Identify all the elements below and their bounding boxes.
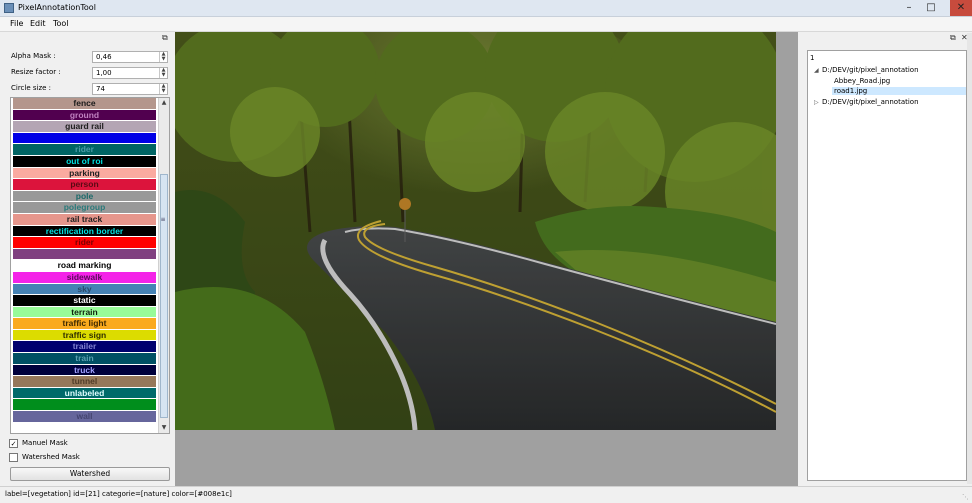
circle-size-value: 74 [96,85,105,93]
label-item[interactable]: rider [13,237,156,249]
resize-factor-spinbox[interactable]: 1,00 ▲ ▼ [92,67,168,79]
label-item[interactable]: wall [13,411,156,423]
label-item[interactable]: unlabeled [13,387,156,400]
label-item[interactable]: rider [13,144,156,156]
label-item[interactable]: pole [13,190,156,203]
manuel-mask-checkbox[interactable]: ✓ [9,439,18,448]
file-tree[interactable]: 1 ◢ D:/DEV/git/pixel_annotation Abbey_Ro… [807,50,967,481]
label-list[interactable]: fence ground guard rail motorcycle rider out … [10,97,170,434]
tree-file-item[interactable]: Abbey_Road.jpg [834,77,890,85]
label-item[interactable]: sky [13,283,156,296]
right-dock-panel: ⧉ ✕ 1 ◢ D:/DEV/git/pixel_annotation Abbe… [802,33,972,484]
image-canvas[interactable] [175,32,798,486]
road-photo-graphic [175,32,776,430]
scroll-grip-icon: ≡ [160,216,166,223]
watershed-button[interactable]: Watershed [10,467,170,481]
dock-float-icon[interactable]: ⧉ [950,33,956,43]
circle-size-label: Circle size : [11,84,52,92]
window-title: PixelAnnotationTool [18,3,96,12]
collapse-arrow-icon[interactable]: ▷ [814,99,819,106]
resize-factor-value: 1,00 [96,69,112,77]
label-item[interactable]: motorcycle [13,132,156,145]
scroll-up-icon[interactable]: ▲ [159,98,169,108]
tree-folder-item[interactable]: D:/DEV/git/pixel_annotation [822,98,919,106]
maximize-button[interactable]: □ [920,0,942,16]
label-item[interactable]: static [13,295,156,307]
label-item[interactable]: traffic light [13,318,156,330]
spin-arrows-icon[interactable]: ▲ ▼ [159,52,167,62]
tree-file-item-selected[interactable]: road1.jpg [832,87,966,95]
label-item[interactable]: rail track [13,213,156,226]
close-button[interactable]: ✕ [950,0,972,16]
label-item[interactable]: guard rail [13,121,156,133]
menu-edit[interactable]: Edit [30,19,46,28]
label-item[interactable]: person [13,179,156,191]
label-item[interactable]: truck [13,364,156,377]
right-edge-panel [967,33,972,484]
label-item[interactable]: vegetation [13,399,156,412]
alpha-mask-label: Alpha Mask : [11,52,56,60]
label-item[interactable]: rectification border [13,225,156,238]
menu-tool[interactable]: Tool [53,19,69,28]
label-list-scrollbar[interactable]: ▲ ≡ ▼ [158,98,169,433]
spin-arrows-icon[interactable]: ▲ ▼ [159,68,167,78]
label-item[interactable]: trailer [13,341,156,354]
status-text: label=[vegetation] id=[21] categorie=[na… [5,490,232,498]
app-icon [4,3,14,13]
tree-header: 1 [810,54,815,62]
label-item[interactable]: fence [13,98,156,110]
label-item[interactable]: terrain [13,306,156,319]
label-item[interactable]: road marking [13,260,156,272]
label-item[interactable]: parking [13,167,156,180]
watershed-mask-label: Watershed Mask [22,453,80,461]
minimize-button[interactable]: – [898,0,920,16]
spin-arrows-icon[interactable]: ▲ ▼ [159,84,167,94]
resize-factor-label: Resize factor : [11,68,61,76]
menu-bar: File Edit Tool [0,17,972,32]
menu-file[interactable]: File [10,19,23,28]
tree-folder-item[interactable]: D:/DEV/git/pixel_annotation [822,66,919,74]
dock-float-icon[interactable]: ⧉ [162,33,168,43]
expand-arrow-icon[interactable]: ◢ [814,67,819,74]
app-window: PixelAnnotationTool – □ ✕ File Edit Tool… [0,0,972,503]
label-item[interactable]: sidewalk [13,271,156,284]
left-dock-panel: ⧉ Alpha Mask : 0,46 ▲ ▼ Resize factor : 1… [4,33,172,484]
alpha-mask-value: 0,46 [96,53,112,61]
status-bar: label=[vegetation] id=[21] categorie=[na… [0,486,972,503]
label-item[interactable]: polegroup [13,202,156,214]
manuel-mask-label: Manuel Mask [22,439,68,447]
watershed-mask-checkbox[interactable] [9,453,18,462]
circle-size-spinbox[interactable]: 74 ▲ ▼ [92,83,168,95]
label-item[interactable]: ground [13,109,156,122]
alpha-mask-spinbox[interactable]: 0,46 ▲ ▼ [92,51,168,63]
title-bar: PixelAnnotationTool – □ ✕ [0,0,972,17]
label-item[interactable]: train [13,353,156,365]
label-item[interactable]: traffic sign [13,329,156,342]
size-grip-icon[interactable]: ⋱ [962,493,969,501]
label-item[interactable]: tunnel [13,376,156,388]
label-item[interactable]: road [13,248,156,261]
scroll-down-icon[interactable]: ▼ [159,423,169,433]
road-photo[interactable] [175,32,776,430]
scroll-thumb[interactable] [160,174,168,418]
label-items: fence ground guard rail motorcycle rider out … [11,98,158,423]
label-item[interactable]: out of roi [13,155,156,168]
